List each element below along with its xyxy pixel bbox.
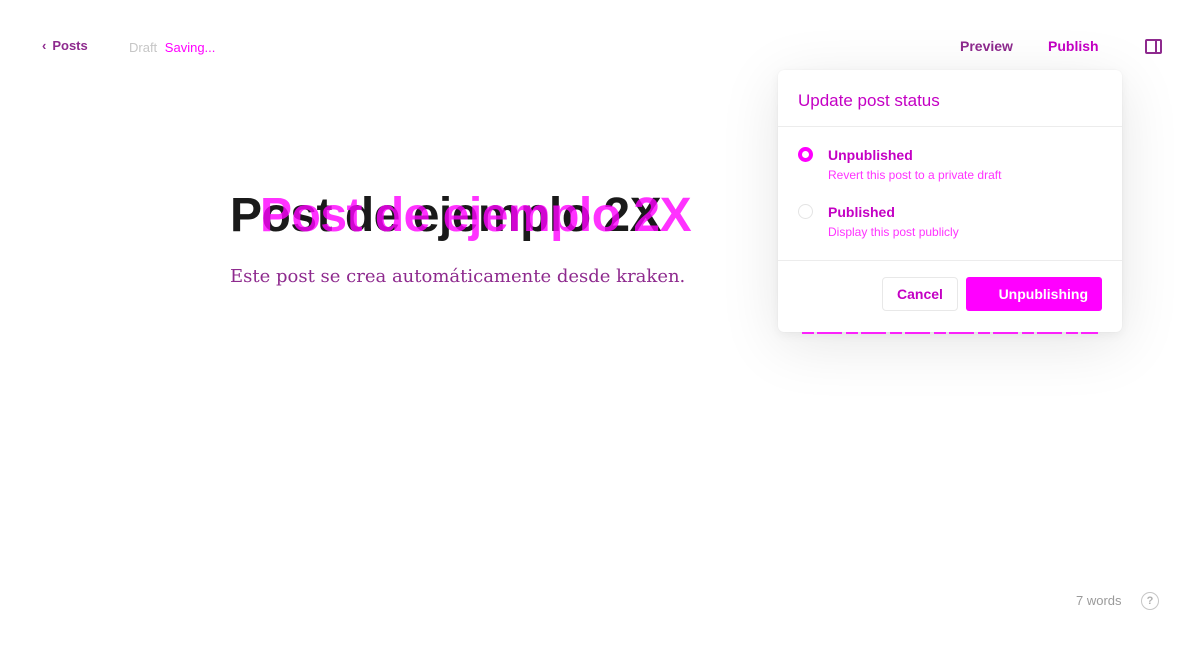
chevron-left-icon: ‹ [42, 38, 47, 53]
publish-popover: Update post status Unpublished Revert th… [778, 70, 1122, 334]
option-label: Unpublished [828, 147, 913, 163]
post-status: Draft Saving... [129, 40, 215, 55]
popover-underline [802, 332, 1098, 334]
back-to-posts-link[interactable]: ‹ Posts [42, 38, 88, 53]
status-secondary: Saving... [164, 40, 216, 55]
unpublish-button[interactable]: Unpublishing [966, 277, 1102, 311]
cancel-button[interactable]: Cancel [882, 277, 958, 311]
status-primary: Draft [129, 40, 158, 55]
option-description: Display this post publicly [828, 225, 959, 239]
editor-page: ‹ Posts Draft Saving... Preview Publish … [0, 0, 1200, 648]
editor-header: ‹ Posts Draft Saving... Preview Publish [0, 28, 1200, 68]
help-icon[interactable]: ? [1141, 592, 1159, 610]
preview-button[interactable]: Preview [960, 38, 1013, 54]
word-count: 7 words [1076, 593, 1122, 608]
option-label: Published [828, 204, 895, 220]
back-label: Posts [52, 38, 88, 53]
status-options: Unpublished Revert this post to a privat… [778, 127, 1122, 261]
publish-button[interactable]: Publish [1048, 38, 1099, 54]
option-description: Revert this post to a private draft [828, 168, 1002, 182]
radio-unchecked-icon[interactable] [798, 204, 813, 219]
popover-actions: Cancel Unpublishing [778, 261, 1122, 331]
post-excerpt[interactable]: Este post se crea automáticamente desde … [230, 266, 685, 287]
sidebar-icon[interactable] [1145, 39, 1162, 54]
post-title[interactable]: Post de ejemplo 2X Post de ejemplo 2X [230, 188, 692, 243]
popover-title: Update post status [778, 70, 1122, 127]
post-title-ghost: Post de ejemplo 2X [260, 189, 692, 242]
radio-checked-icon[interactable] [798, 147, 813, 162]
